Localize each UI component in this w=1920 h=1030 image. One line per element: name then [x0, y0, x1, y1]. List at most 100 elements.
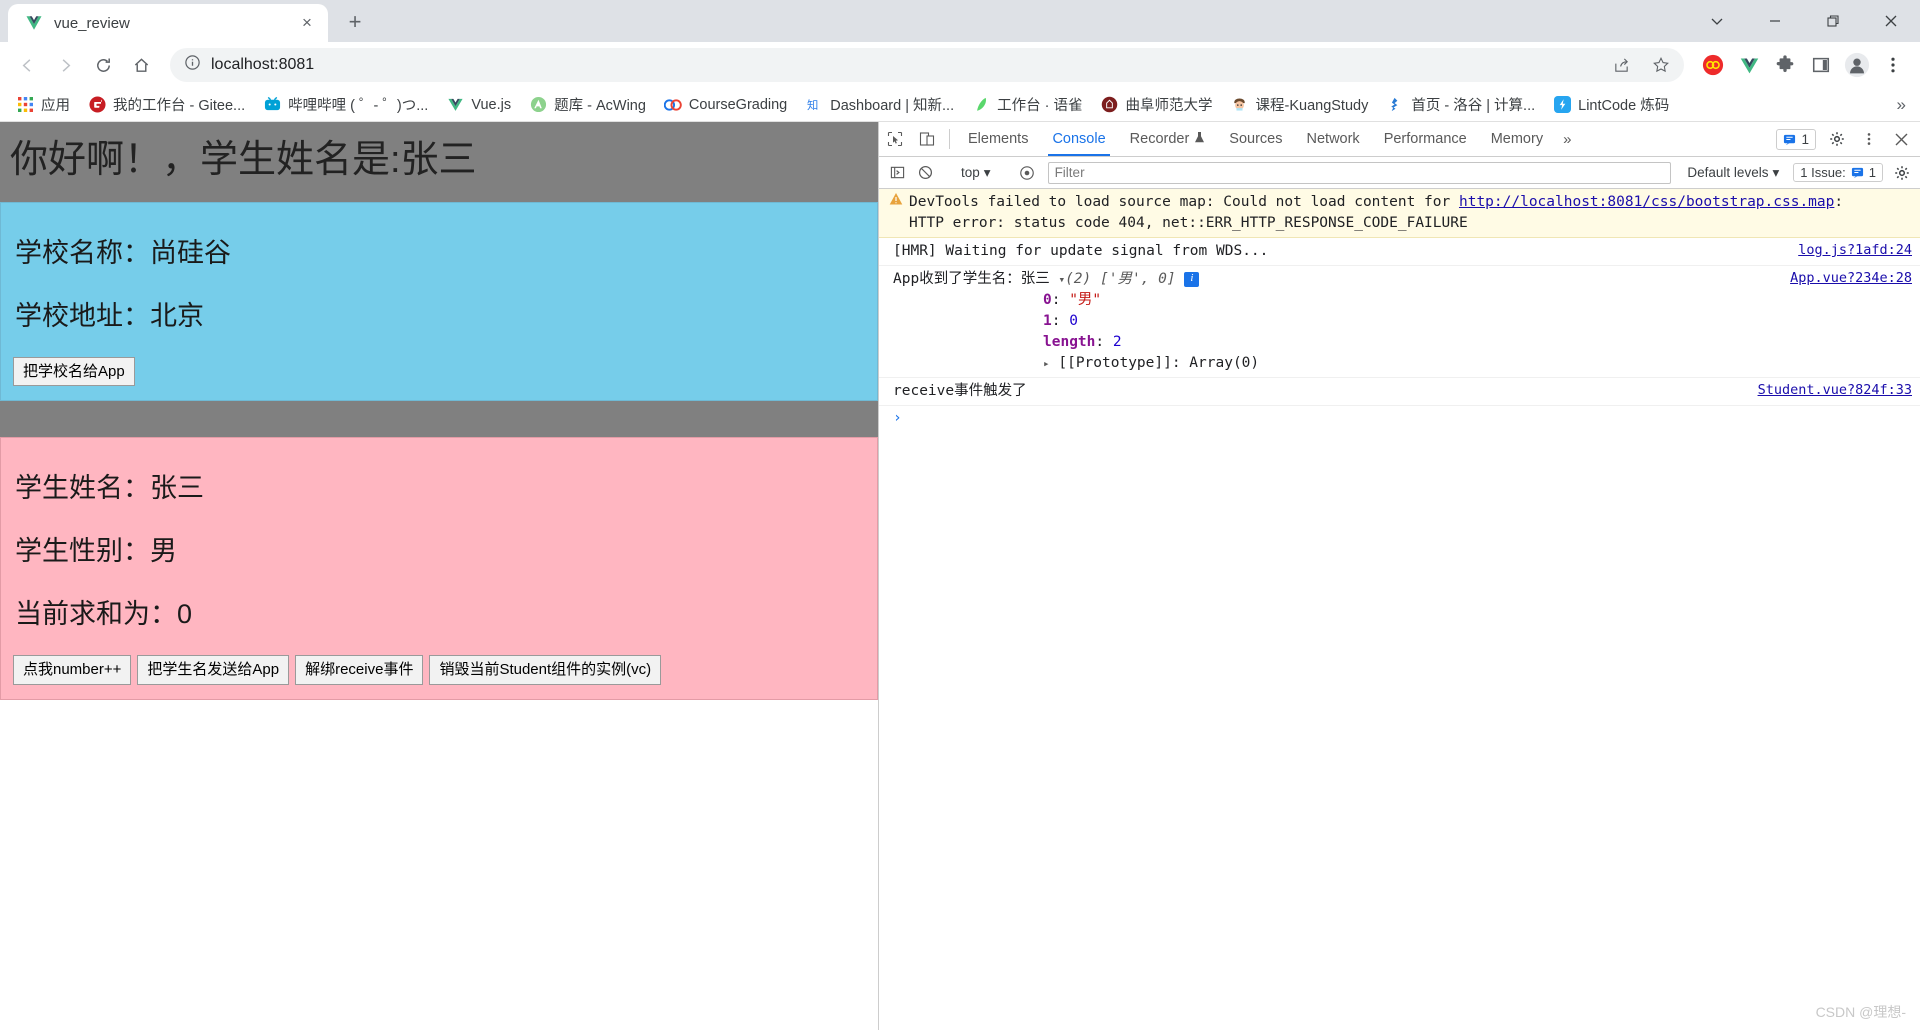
bookmark-yuque[interactable]: 工作台 · 语雀: [964, 90, 1090, 119]
tab-console[interactable]: Console: [1040, 122, 1117, 156]
vue-icon: [446, 96, 464, 114]
live-expression-icon[interactable]: [1014, 161, 1040, 185]
close-icon[interactable]: ×: [296, 12, 318, 34]
tab-label: Network: [1306, 131, 1360, 147]
console-warning-row[interactable]: DevTools failed to load source map: Coul…: [879, 189, 1920, 239]
site-info-icon[interactable]: [184, 54, 201, 76]
issues-badge[interactable]: 1: [1776, 128, 1816, 150]
increment-number-button[interactable]: 点我number++: [13, 655, 132, 685]
tab-sources[interactable]: Sources: [1217, 122, 1294, 156]
bookmark-kuangstudy[interactable]: 课程-KuangStudy: [1223, 90, 1377, 119]
kuangstudy-icon: [1231, 96, 1249, 114]
bookmark-dashboard-zhixin[interactable]: 知 Dashboard | 知新...: [797, 90, 962, 119]
bookmark-label: 工作台 · 语雀: [997, 98, 1083, 114]
kebab-menu-icon[interactable]: [1854, 124, 1884, 154]
issues-counter[interactable]: 1 Issue: 1: [1793, 163, 1883, 182]
bookmark-bilibili[interactable]: 哔哩哔哩 ( ゜- ゜)つ...: [255, 90, 436, 119]
log-source-link[interactable]: App.vue?234e:28: [1790, 269, 1912, 289]
bookmark-qfnu[interactable]: 曲阜师范大学: [1093, 90, 1221, 119]
address-bar[interactable]: localhost:8081: [170, 48, 1684, 82]
bookmark-lintcode[interactable]: LintCode 炼码: [1545, 90, 1677, 119]
close-window-icon[interactable]: [1862, 0, 1920, 42]
send-student-name-button[interactable]: 把学生名发送给App: [137, 655, 290, 685]
bookmarks-overflow-icon[interactable]: »: [1891, 93, 1912, 117]
bookmark-label: 首页 - 洛谷 | 计算...: [1411, 98, 1536, 114]
yuque-icon: [972, 96, 990, 114]
log-source-link[interactable]: log.js?1afd:24: [1798, 241, 1912, 261]
console-log-row[interactable]: receive事件触发了 Student.vue?824f:33: [879, 378, 1920, 407]
bookmark-gitee[interactable]: 我的工作台 - Gitee...: [80, 90, 253, 119]
inspect-element-icon[interactable]: [879, 122, 911, 156]
entry-key: length: [1043, 334, 1096, 351]
reload-icon[interactable]: [86, 48, 120, 82]
bookmark-luogu[interactable]: 首页 - 洛谷 | 计算...: [1378, 90, 1543, 119]
student-gender-line: 学生性别：男: [15, 536, 177, 567]
unbind-receive-event-button[interactable]: 解绑receive事件: [295, 655, 424, 685]
array-count: (2): [1065, 271, 1092, 288]
home-icon[interactable]: [124, 48, 158, 82]
url-text[interactable]: localhost:8081: [211, 56, 1596, 74]
app-received-message: App收到了学生名：张三 ▾(2) ['男', 0] i: [893, 269, 1778, 290]
issues-count: 1: [1801, 131, 1809, 147]
tab-recorder[interactable]: Recorder: [1118, 122, 1218, 156]
puzzle-ext-icon[interactable]: [1768, 48, 1802, 82]
bookmark-acwing[interactable]: 题库 - AcWing: [521, 90, 654, 119]
entry-key: 0: [1043, 292, 1052, 309]
tab-search-icon[interactable]: [1688, 0, 1746, 42]
console-sidebar-icon[interactable]: [884, 161, 910, 185]
tab-label: Performance: [1383, 131, 1467, 147]
bookmark-apps[interactable]: 应用: [8, 90, 78, 119]
expand-triangle-icon[interactable]: ▸: [1043, 356, 1050, 372]
browser-tab[interactable]: vue_review ×: [8, 4, 328, 42]
tab-title: vue_review: [54, 14, 130, 32]
console-prompt[interactable]: ›: [879, 406, 1920, 430]
share-icon[interactable]: [1606, 50, 1636, 80]
tab-network[interactable]: Network: [1295, 122, 1372, 156]
gear-icon[interactable]: [1822, 124, 1852, 154]
profile-avatar-icon[interactable]: [1840, 48, 1874, 82]
issues-number: 1: [1868, 165, 1876, 180]
bookmark-star-icon[interactable]: [1646, 50, 1676, 80]
vue-devtools-icon[interactable]: [1732, 48, 1766, 82]
console-log-row[interactable]: [HMR] Waiting for update signal from WDS…: [879, 238, 1920, 267]
tab-performance[interactable]: Performance: [1372, 122, 1479, 156]
prototype-entry[interactable]: ▸ [[Prototype]]: Array(0): [893, 353, 1912, 374]
bookmark-vuejs[interactable]: Vue.js: [438, 92, 519, 118]
execution-context-selector[interactable]: top ▾: [955, 165, 997, 181]
chrome-menu-icon[interactable]: [1876, 48, 1910, 82]
bookmark-coursegrading[interactable]: CourseGrading: [656, 92, 795, 118]
console-output[interactable]: DevTools failed to load source map: Coul…: [879, 189, 1920, 1030]
zhixin-icon: 知: [805, 96, 823, 114]
more-tabs-icon[interactable]: »: [1555, 122, 1579, 156]
warning-icon: [889, 192, 903, 234]
destroy-student-instance-button[interactable]: 销毁当前Student组件的实例(vc): [429, 655, 662, 685]
filter-input[interactable]: Filter: [1047, 161, 1672, 184]
bookmark-label: 哔哩哔哩 ( ゜- ゜)つ...: [288, 98, 429, 114]
console-settings-gear-icon[interactable]: [1889, 161, 1915, 185]
send-school-name-button[interactable]: 把学校名给App: [13, 356, 135, 387]
tab-strip: vue_review × +: [0, 0, 1920, 42]
entry-key: 1: [1043, 313, 1052, 330]
log-levels-selector[interactable]: Default levels ▾: [1679, 165, 1787, 181]
device-toolbar-icon[interactable]: [911, 122, 943, 156]
minimize-icon[interactable]: [1746, 0, 1804, 42]
log-source-link[interactable]: Student.vue?824f:33: [1758, 381, 1912, 401]
bookmark-label: 题库 - AcWing: [554, 98, 646, 114]
tab-elements[interactable]: Elements: [956, 122, 1040, 156]
forward-icon[interactable]: [48, 48, 82, 82]
divider: [949, 129, 950, 149]
tab-memory[interactable]: Memory: [1479, 122, 1555, 156]
console-toolbar: top ▾ Filter Default levels ▾ 1 Issue: 1: [879, 157, 1920, 189]
array-entry: 1: 0: [1043, 313, 1078, 330]
new-tab-button[interactable]: +: [338, 5, 372, 39]
clear-console-icon[interactable]: [912, 161, 938, 185]
info-badge-icon[interactable]: i: [1184, 271, 1200, 287]
array-entry: length: 2: [1043, 334, 1122, 351]
source-map-link[interactable]: http://localhost:8081/css/bootstrap.css.…: [1459, 194, 1834, 210]
infinity-ext-icon[interactable]: [1696, 48, 1730, 82]
close-icon[interactable]: [1886, 124, 1916, 154]
restore-icon[interactable]: [1804, 0, 1862, 42]
back-icon[interactable]: [10, 48, 44, 82]
console-log-row[interactable]: App收到了学生名：张三 ▾(2) ['男', 0] i App.vue?234…: [879, 266, 1920, 379]
side-panel-icon[interactable]: [1804, 48, 1838, 82]
